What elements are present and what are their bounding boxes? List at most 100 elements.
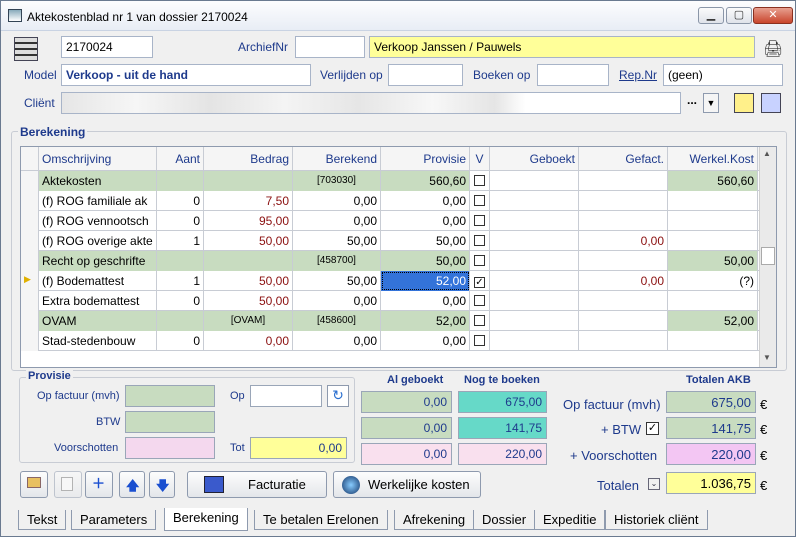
v-checkbox[interactable] [474,315,485,326]
table-row[interactable]: OVAM [OVAM] [458600] 52,00 52,00 [21,311,759,331]
cell-gefact[interactable]: 0,00 [579,231,668,251]
printer-icon[interactable]: 🖨 [763,39,783,58]
cell-provisie[interactable]: 52,00 [381,311,470,331]
cell-bedrag[interactable]: 0,00 [204,331,293,351]
cell-berekend[interactable]: 50,00 [293,231,381,251]
minimize-button[interactable]: ▁ [698,7,724,24]
cell-werkel[interactable] [668,231,758,251]
grid-scrollbar[interactable]: ▲ ▼ [759,147,776,367]
cell-omschrijving[interactable]: Extra bodemattest [39,291,157,311]
cell-gefact[interactable] [579,311,668,331]
model-field[interactable]: Verkoop - uit de hand [61,64,311,86]
col-bedrag[interactable]: Bedrag [204,147,293,171]
archief-field[interactable] [295,36,365,58]
tab-historiek[interactable]: Historiek cliënt [605,510,708,530]
cell-geboekt[interactable] [490,271,579,291]
cell-berekend[interactable]: [703030] [293,171,381,191]
cell-provisie[interactable]: 50,00 [381,231,470,251]
cell-provisie[interactable]: 52,00 [381,271,470,291]
scroll-up-icon[interactable]: ▲ [763,149,771,158]
cell-gefact[interactable] [579,191,668,211]
calculation-grid[interactable]: Omschrijving Aant Bedrag Berekend Provis… [20,146,777,368]
cell-bedrag[interactable] [204,171,293,191]
cell-werkel[interactable]: 52,00 [668,311,758,331]
close-button[interactable]: ✕ [753,7,793,24]
cell-werkel[interactable] [668,291,758,311]
provisie-voorschotten-field[interactable] [125,437,215,459]
cell-v[interactable] [470,211,490,231]
table-row[interactable]: Extra bodemattest 0 50,00 0,00 0,00 [21,291,759,311]
cell-omschrijving[interactable]: (f) ROG familiale ak [39,191,157,211]
cell-omschrijving[interactable]: (f) ROG vennootsch [39,211,157,231]
table-row[interactable]: Stad-stedenbouw 0 0,00 0,00 0,00 [21,331,759,351]
cell-berekend[interactable]: [458700] [293,251,381,271]
cell-provisie[interactable]: 560,60 [381,171,470,191]
cell-v[interactable] [470,331,490,351]
move-down-button[interactable]: 🡇 [149,471,175,498]
col-omschrijving[interactable]: Omschrijving [39,147,157,171]
cell-geboekt[interactable] [490,251,579,271]
cell-provisie[interactable]: 0,00 [381,331,470,351]
provisie-tot-field[interactable]: 0,00 [250,437,347,459]
cell-werkel[interactable] [668,331,758,351]
maximize-button[interactable]: ▢ [726,7,752,24]
cell-werkel[interactable]: (?) [668,271,758,291]
totalen-expand-icon[interactable]: ⌄ [648,478,660,490]
v-checkbox[interactable] [474,335,485,346]
cell-geboekt[interactable] [490,191,579,211]
cell-v[interactable] [470,311,490,331]
cell-aant[interactable]: 0 [157,331,204,351]
cell-omschrijving[interactable]: Recht op geschrifte [39,251,157,271]
cell-v[interactable] [470,171,490,191]
cell-bedrag[interactable]: [OVAM] [204,311,293,331]
cell-berekend[interactable]: 0,00 [293,331,381,351]
table-row[interactable]: ▶ (f) Bodemattest 1 50,00 50,00 52,00 ✓ 0,00 (?) [21,271,759,291]
cell-berekend[interactable]: [458600] [293,311,381,331]
client-edit-icon[interactable] [761,93,781,113]
cell-omschrijving[interactable]: Aktekosten [39,171,157,191]
cell-bedrag[interactable] [204,251,293,271]
cell-v[interactable] [470,251,490,271]
cell-bedrag[interactable]: 50,00 [204,271,293,291]
cell-aant[interactable] [157,311,204,331]
cell-aant[interactable] [157,251,204,271]
btw-checkbox[interactable]: ✓ [646,422,659,435]
cell-provisie[interactable]: 0,00 [381,211,470,231]
cell-werkel[interactable]: 560,60 [668,171,758,191]
client-dropdown-arrow-icon[interactable]: ▼ [703,93,719,113]
cell-geboekt[interactable] [490,231,579,251]
cell-geboekt[interactable] [490,311,579,331]
cell-gefact[interactable] [579,331,668,351]
cell-provisie[interactable]: 0,00 [381,191,470,211]
v-checkbox[interactable]: ✓ [474,277,485,288]
cell-aant[interactable]: 1 [157,271,204,291]
cell-omschrijving[interactable]: (f) ROG overige akte [39,231,157,251]
cell-provisie[interactable]: 50,00 [381,251,470,271]
tab-erelonen[interactable]: Te betalen Erelonen [254,510,388,530]
cell-werkel[interactable] [668,211,758,231]
provisie-btw-field[interactable] [125,411,215,433]
copy-button[interactable] [54,471,82,498]
scroll-thumb[interactable] [761,247,775,265]
cell-werkel[interactable]: 50,00 [668,251,758,271]
tab-afrekening[interactable]: Afrekening [394,510,475,530]
cell-v[interactable] [470,191,490,211]
col-aant[interactable]: Aant [157,147,204,171]
cell-geboekt[interactable] [490,211,579,231]
cell-provisie[interactable]: 0,00 [381,291,470,311]
dossier-name-field[interactable]: Verkoop Janssen / Pauwels [369,36,755,58]
cell-gefact[interactable]: 0,00 [579,271,668,291]
cell-bedrag[interactable]: 50,00 [204,231,293,251]
v-checkbox[interactable] [474,195,485,206]
col-v[interactable]: V [470,147,490,171]
cell-gefact[interactable] [579,171,668,191]
table-row[interactable]: (f) ROG vennootsch 0 95,00 0,00 0,00 [21,211,759,231]
cell-gefact[interactable] [579,211,668,231]
cell-v[interactable] [470,291,490,311]
cell-gefact[interactable] [579,291,668,311]
provisie-op-factuur-field[interactable] [125,385,215,407]
v-checkbox[interactable] [474,255,485,266]
open-folder-button[interactable] [20,471,48,498]
cell-omschrijving[interactable]: OVAM [39,311,157,331]
col-provisie[interactable]: Provisie [381,147,470,171]
